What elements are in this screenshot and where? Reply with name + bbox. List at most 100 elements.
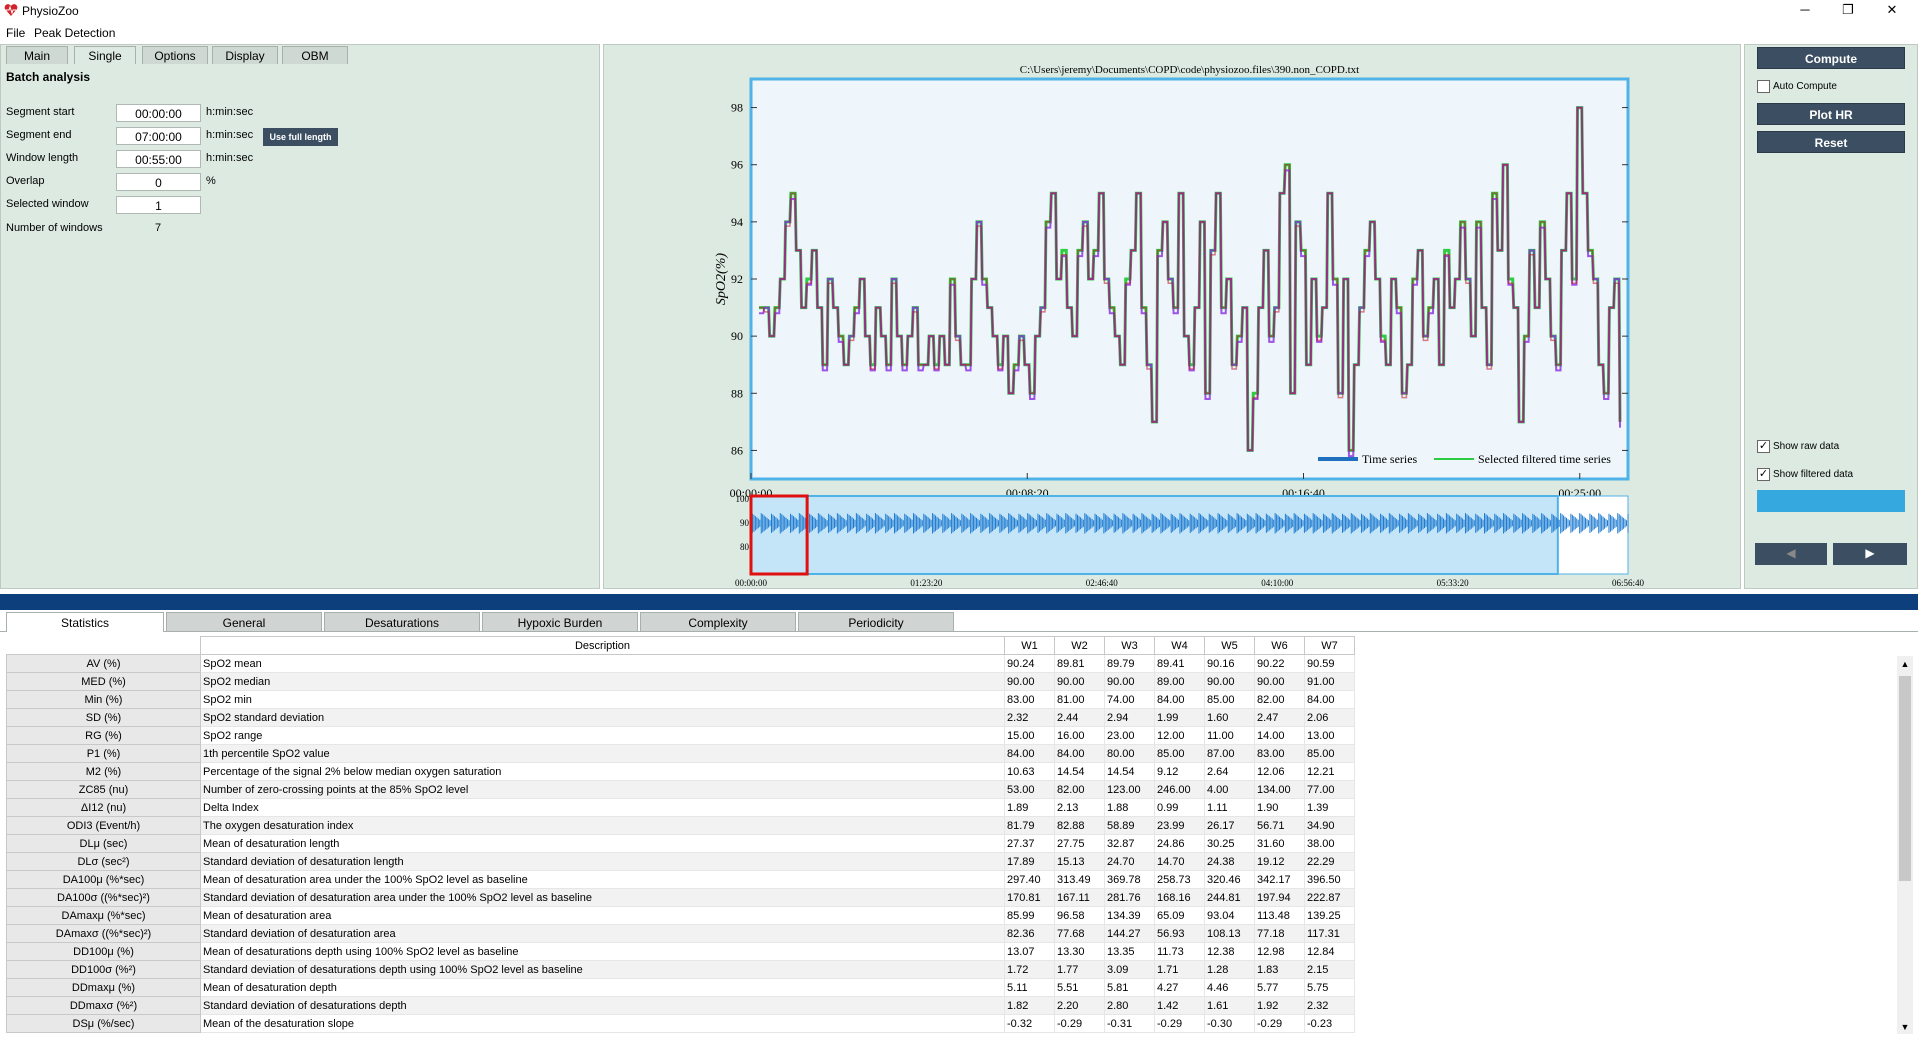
table-row[interactable]: DSμ (%/sec) Mean of the desaturation slop… — [6, 1014, 1355, 1033]
table-row[interactable]: M2 (%) Percentage of the signal 2% below … — [6, 762, 1355, 781]
tab-display[interactable]: Display — [212, 46, 278, 64]
row-value-w4: 89.41 — [1154, 654, 1205, 673]
table-row[interactable]: DLμ (sec) Mean of desaturation length 27.3… — [6, 834, 1355, 853]
tab-desaturations[interactable]: Desaturations — [324, 612, 480, 632]
table-row[interactable]: DA100σ ((%*sec)²) Standard deviation of d… — [6, 888, 1355, 907]
table-row[interactable]: DA100μ (%*sec) Mean of desaturation area … — [6, 870, 1355, 889]
menu-file[interactable]: File — [6, 26, 25, 40]
next-window-button[interactable]: ▶ — [1833, 543, 1907, 565]
row-value-w3: -0.31 — [1104, 1014, 1155, 1033]
tab-general[interactable]: General — [166, 612, 322, 632]
row-description: Percentage of the signal 2% below median… — [200, 762, 1005, 781]
row-value-w6: 12.98 — [1254, 942, 1305, 961]
table-row[interactable]: ΔI12 (nu) Delta Index 1.89 2.13 1.88 0.99 1.11… — [6, 798, 1355, 817]
selected-window-input[interactable]: 1 — [116, 196, 201, 214]
tab-periodicity[interactable]: Periodicity — [798, 612, 954, 632]
row-description: SpO2 mean — [200, 654, 1005, 673]
overlap-input[interactable]: 0 — [116, 173, 201, 191]
row-value-w6: 31.60 — [1254, 834, 1305, 853]
scroll-down-icon[interactable]: ▼ — [1899, 1022, 1911, 1032]
tab-complexity[interactable]: Complexity — [640, 612, 796, 632]
table-scrollbar-thumb[interactable] — [1899, 676, 1911, 881]
table-row[interactable]: DD100μ (%) Mean of desaturations depth us… — [6, 942, 1355, 961]
show-filtered-data-checkbox[interactable]: ✓ — [1757, 468, 1770, 481]
table-row[interactable]: AV (%) SpO2 mean 90.24 89.81 89.79 89.41 90.16… — [6, 654, 1355, 673]
table-row[interactable]: ZC85 (nu) Number of zero-crossing points … — [6, 780, 1355, 799]
row-value-w4: 1.99 — [1154, 708, 1205, 727]
segment-end-unit: h:min:sec — [206, 129, 254, 141]
table-row[interactable]: SD (%) SpO2 standard deviation 2.32 2.44 2.9… — [6, 708, 1355, 727]
row-description: Mean of desaturation area under the 100%… — [200, 870, 1005, 889]
tab-hypoxic-burden[interactable]: Hypoxic Burden — [482, 612, 638, 632]
row-value-w7: 13.00 — [1304, 726, 1355, 745]
menu-peak-detection[interactable]: Peak Detection — [34, 26, 115, 40]
row-value-w2: 82.00 — [1054, 780, 1105, 799]
row-value-w1: 1.72 — [1004, 960, 1055, 979]
table-row[interactable]: RG (%) SpO2 range 15.00 16.00 23.00 12.00 11.0… — [6, 726, 1355, 745]
auto-compute-checkbox[interactable] — [1757, 80, 1770, 93]
row-value-w6: 14.00 — [1254, 726, 1305, 745]
previous-window-button[interactable]: ◀ — [1755, 543, 1827, 565]
tab-obm[interactable]: OBM — [282, 46, 348, 64]
show-raw-data-checkbox[interactable]: ✓ — [1757, 440, 1770, 453]
plot-hr-button[interactable]: Plot HR — [1757, 103, 1905, 125]
segment-start-input[interactable]: 00:00:00 — [116, 104, 201, 122]
row-value-w6: 19.12 — [1254, 852, 1305, 871]
row-header: MED (%) — [6, 672, 201, 691]
segment-end-input[interactable]: 07:00:00 — [116, 127, 201, 145]
row-value-w5: 1.28 — [1204, 960, 1255, 979]
row-value-w4: 12.00 — [1154, 726, 1205, 745]
panel-divider[interactable] — [0, 594, 1918, 610]
row-value-w6: 134.00 — [1254, 780, 1305, 799]
statistics-table: Description W1 W2 W3 W4 W5 W6 W7 AV (%) S… — [6, 636, 1355, 1033]
overview-x-tick: 05:33:20 — [1437, 578, 1470, 588]
tab-main[interactable]: Main — [6, 46, 68, 64]
row-description: SpO2 min — [200, 690, 1005, 709]
row-value-w7: 222.87 — [1304, 888, 1355, 907]
row-value-w1: 90.00 — [1004, 672, 1055, 691]
table-row[interactable]: DD100σ (%²) Standard deviation of desatur… — [6, 960, 1355, 979]
row-header: DSμ (%/sec) — [6, 1014, 201, 1033]
table-row[interactable]: Min (%) SpO2 min 83.00 81.00 74.00 84.00 85.00… — [6, 690, 1355, 709]
row-value-w7: 84.00 — [1304, 690, 1355, 709]
window-length-unit: h:min:sec — [206, 152, 254, 164]
number-of-windows-value: 7 — [155, 222, 162, 234]
row-value-w2: 167.11 — [1054, 888, 1105, 907]
row-description: Mean of desaturations depth using 100% S… — [200, 942, 1005, 961]
table-row[interactable]: MED (%) SpO2 median 90.00 90.00 90.00 89.00 90… — [6, 672, 1355, 691]
reset-button[interactable]: Reset — [1757, 131, 1905, 153]
row-value-w2: 82.88 — [1054, 816, 1105, 835]
segment-end-label: Segment end — [6, 129, 72, 141]
table-row[interactable]: DDmaxσ (%²) Standard deviation of desatur… — [6, 996, 1355, 1015]
row-value-w7: 22.29 — [1304, 852, 1355, 871]
scroll-up-icon[interactable]: ▲ — [1899, 659, 1911, 669]
table-row[interactable]: DAmaxσ ((%*sec)²) Standard deviation of d… — [6, 924, 1355, 943]
window-navigation-bar[interactable] — [1757, 490, 1905, 512]
minimize-button[interactable]: ─ — [1795, 2, 1815, 18]
row-value-w5: 4.46 — [1204, 978, 1255, 997]
row-header: ΔI12 (nu) — [6, 798, 201, 817]
tab-single[interactable]: Single — [74, 46, 136, 64]
y-tick-label: 92 — [731, 272, 743, 286]
spo2-chart[interactable]: C:\Users\jeremy\Documents\COPD\code\phys… — [603, 44, 1741, 589]
compute-button[interactable]: Compute — [1757, 47, 1905, 69]
table-row[interactable]: DDmaxμ (%) Mean of desaturation depth 5.11… — [6, 978, 1355, 997]
table-row[interactable]: DLσ (sec²) Standard deviation of desatura… — [6, 852, 1355, 871]
maximize-button[interactable]: ❐ — [1838, 2, 1858, 18]
window-length-input[interactable]: 00:55:00 — [116, 150, 201, 168]
use-full-length-button[interactable]: Use full length — [263, 128, 338, 146]
row-value-w3: 2.80 — [1104, 996, 1155, 1015]
header-description: Description — [200, 636, 1005, 655]
tab-statistics[interactable]: Statistics — [6, 612, 164, 632]
row-value-w2: 2.44 — [1054, 708, 1105, 727]
table-row[interactable]: P1 (%) 1th percentile SpO2 value 84.00 84.0… — [6, 744, 1355, 763]
tab-options[interactable]: Options — [142, 46, 208, 64]
row-description: Mean of desaturation area — [200, 906, 1005, 925]
row-header: ZC85 (nu) — [6, 780, 201, 799]
table-row[interactable]: ODI3 (Event/h) The oxygen desaturation in… — [6, 816, 1355, 835]
row-description: The oxygen desaturation index — [200, 816, 1005, 835]
row-value-w1: 17.89 — [1004, 852, 1055, 871]
table-row[interactable]: DAmaxμ (%*sec) Mean of desaturation area 8… — [6, 906, 1355, 925]
header-w7: W7 — [1304, 636, 1355, 655]
close-button[interactable]: ✕ — [1882, 2, 1902, 18]
